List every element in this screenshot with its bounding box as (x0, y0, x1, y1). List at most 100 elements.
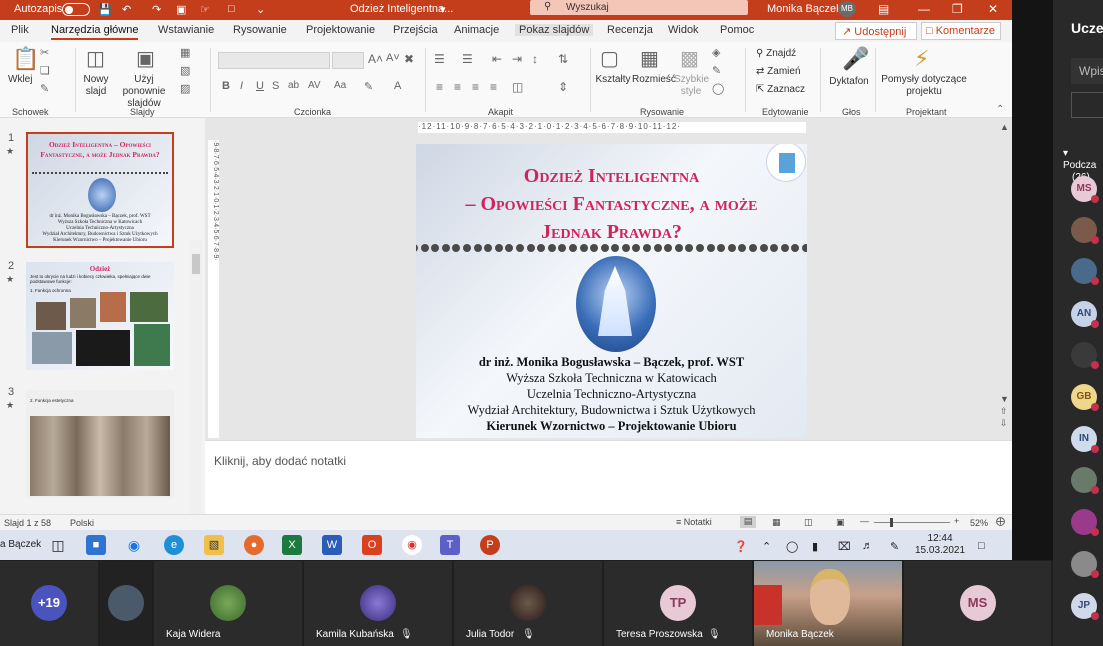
camera-app-icon[interactable]: ◉ (124, 535, 144, 555)
user-name[interactable]: Monika Bączek (767, 3, 842, 15)
participant-avatar[interactable] (1071, 467, 1099, 494)
powerpoint-icon[interactable]: P (480, 535, 500, 555)
new-slide-label[interactable]: Nowy slajd (80, 74, 112, 98)
clear-format-icon[interactable]: ✖ (404, 52, 414, 66)
font-size-select[interactable] (332, 52, 364, 69)
zoom-slider[interactable] (874, 522, 950, 523)
share-button[interactable]: ↗ Udostępnij (835, 22, 917, 40)
teams-icon[interactable]: T (440, 535, 460, 555)
columns-icon[interactable]: ◫ (512, 80, 523, 94)
design-ideas-icon[interactable]: ⚡ (914, 46, 929, 72)
firefox-icon[interactable]: ● (244, 535, 264, 555)
participant-tile[interactable]: TP Teresa Proszowska 🎙 (604, 561, 754, 646)
ribbon-options-icon[interactable]: ▤ (878, 2, 889, 16)
align-right-icon[interactable]: ≡ (472, 80, 479, 94)
sorter-view-icon[interactable]: ▦ (772, 517, 781, 528)
paste-icon[interactable]: 📋 (12, 46, 39, 72)
new-file-icon[interactable]: □ (228, 3, 235, 15)
battery-icon[interactable]: ▮ (812, 540, 818, 553)
shapes-label[interactable]: Kształty (594, 74, 632, 86)
font-color-icon[interactable]: A (394, 80, 401, 92)
quick-styles-icon[interactable]: ▩ (680, 46, 699, 71)
arrange-icon[interactable]: ▦ (640, 46, 659, 71)
normal-view-icon[interactable]: ▤ (740, 516, 756, 528)
thumbnails-scrollbar[interactable] (190, 240, 202, 560)
align-left-icon[interactable]: ≡ (436, 80, 443, 94)
notes-pane[interactable]: Kliknij, aby dodać notatki (205, 440, 1012, 514)
reuse-slides-label[interactable]: Użyj ponownie slajdów (112, 74, 176, 110)
quick-styles-label[interactable]: Szybkie style (674, 74, 709, 98)
tab-narzedzia-glowne[interactable]: Narzędzia główne (51, 24, 139, 40)
participant-avatar[interactable] (1071, 509, 1099, 536)
shapes-icon[interactable]: ▢ (600, 46, 619, 71)
participant-tile[interactable]: MS (904, 561, 1053, 646)
notes-toggle[interactable]: ≡ Notatki (676, 517, 712, 527)
chrome-icon[interactable]: ◉ (402, 535, 422, 555)
scroll-down-icon[interactable]: ▼ (1000, 394, 1009, 404)
tab-projektowanie[interactable]: Projektowanie (306, 24, 375, 36)
outdent-icon[interactable]: ⇥ (512, 52, 522, 66)
file-explorer-icon[interactable]: ▧ (204, 535, 224, 555)
tab-pokaz-slajdow[interactable]: Pokaz slajdów (515, 24, 594, 36)
format-painter-icon[interactable]: ✎ (40, 82, 49, 95)
tray-icon[interactable]: ◯ (786, 540, 798, 553)
bullets-icon[interactable]: ☰ (434, 52, 445, 66)
tab-animacje[interactable]: Animacje (454, 24, 499, 36)
participant-avatar[interactable]: JP (1071, 593, 1099, 620)
word-icon[interactable]: W (322, 535, 342, 555)
tab-plik[interactable]: Plik (11, 24, 29, 36)
strikethrough-icon[interactable]: S (272, 80, 279, 92)
language-indicator[interactable]: Polski (70, 518, 94, 528)
dictate-label[interactable]: Dyktafon (828, 76, 870, 88)
reset-icon[interactable]: ▧ (180, 64, 190, 77)
font-family-select[interactable] (218, 52, 330, 69)
restore-icon[interactable]: ❐ (952, 2, 963, 16)
participant-avatar[interactable]: MS (1071, 176, 1099, 203)
volume-icon[interactable]: ♬ (862, 540, 873, 552)
autosave-toggle[interactable] (62, 3, 90, 16)
find-button[interactable]: ⚲ Znajdź (756, 48, 796, 60)
fit-slide-icon[interactable]: ⨁ (996, 516, 1005, 527)
save-icon[interactable]: 💾 (98, 3, 112, 16)
thumbnail-slide-3[interactable]: 2. Funkcja estetyczna (26, 390, 174, 498)
highlight-icon[interactable]: ✎ (364, 80, 373, 93)
shape-effects-icon[interactable]: ◯ (712, 82, 724, 95)
tab-wstawianie[interactable]: Wstawianie (158, 24, 214, 36)
wifi-icon[interactable]: ⌧ (838, 540, 851, 553)
paste-label[interactable]: Wklej (8, 74, 32, 86)
help-icon[interactable]: ❓ (734, 540, 748, 553)
slide-orb-image[interactable] (576, 256, 656, 352)
bold-icon[interactable]: B (222, 80, 230, 92)
present-icon[interactable]: ▣ (176, 3, 186, 16)
slide-title[interactable]: Odzież Inteligentna – Opowieści Fantasty… (416, 162, 807, 246)
section-icon[interactable]: ▨ (180, 82, 190, 95)
slide-authors[interactable]: dr inż. Monika Bogusławska – Bączek, pro… (416, 354, 807, 434)
participant-avatar[interactable] (1071, 217, 1099, 244)
participant-tile[interactable]: Kamila Kubańska 🎙 (304, 561, 454, 646)
participant-field[interactable] (1071, 92, 1103, 118)
search-input[interactable]: ⚲ Wyszukaj (530, 0, 748, 15)
participant-avatar[interactable] (1071, 342, 1099, 369)
notifications-icon[interactable]: □ (978, 540, 985, 552)
thumbnail-slide-1[interactable]: Odzież Inteligentna – Opowieści Fantasty… (26, 132, 174, 248)
excel-icon[interactable]: X (282, 535, 302, 555)
cut-icon[interactable]: ✂ (40, 46, 49, 59)
indent-icon[interactable]: ⇤ (492, 52, 502, 66)
slideshow-view-icon[interactable]: ▣ (836, 517, 845, 528)
document-title[interactable]: Odzież Inteligentna... (350, 3, 453, 15)
clock[interactable]: 12:44 15.03.2021 (915, 533, 965, 557)
participant-avatar[interactable]: IN (1071, 426, 1099, 453)
grow-font-icon[interactable]: A˄ (368, 52, 383, 66)
underline-icon[interactable]: U (256, 80, 264, 92)
participant-tile[interactable]: Julia Todor 🎙 (454, 561, 604, 646)
scrollbar-thumb[interactable] (192, 254, 200, 274)
comments-button[interactable]: □ Komentarze (921, 22, 1001, 40)
copy-icon[interactable]: ❏ (40, 64, 50, 77)
current-slide[interactable]: Odzież Inteligentna – Opowieści Fantasty… (416, 144, 807, 438)
minimize-icon[interactable]: — (918, 2, 930, 16)
participant-avatar[interactable] (1071, 258, 1099, 285)
redo-icon[interactable]: ↷ (152, 3, 161, 16)
numbering-icon[interactable]: ☰ (462, 52, 473, 66)
undo-icon[interactable]: ↶ (122, 3, 131, 16)
tray-chevron-icon[interactable]: ⌃ (762, 540, 771, 553)
